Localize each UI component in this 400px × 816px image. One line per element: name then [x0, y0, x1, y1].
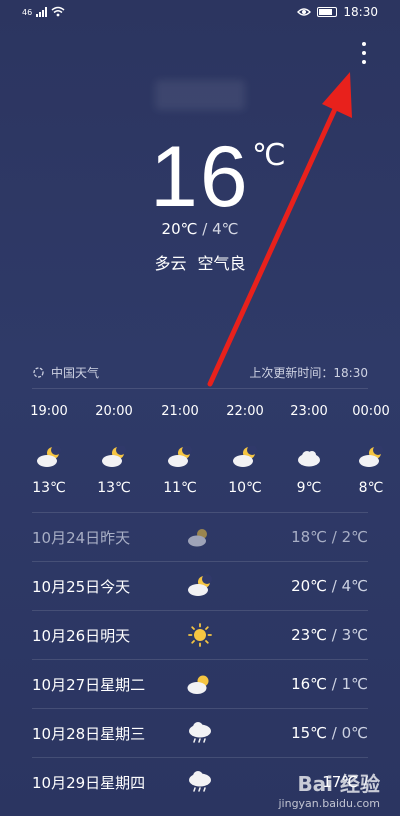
moon-cloud-icon	[188, 574, 212, 596]
battery-icon	[317, 7, 338, 17]
day-high: 15℃	[291, 724, 328, 742]
day-high: 18℃	[291, 528, 328, 546]
daily-row[interactable]: 10月28日星期三 15℃ / 0℃	[32, 708, 368, 757]
hour-temp: 13℃	[32, 480, 66, 496]
hour-time: 23:00	[290, 404, 328, 419]
current-temperature: 16	[150, 129, 250, 225]
wifi-icon	[51, 6, 65, 17]
eye-icon	[297, 8, 312, 16]
hourly-item: 21:00 11℃	[155, 404, 205, 496]
rain-cloud-icon	[189, 722, 211, 743]
hour-time: 20:00	[95, 404, 133, 419]
daily-forecast: 10月24日昨天 18℃ / 2℃ 10月25日今天 20℃ / 4℃ 10月2…	[32, 512, 368, 806]
day-low: 2℃	[341, 528, 368, 546]
today-range: 20℃ / 4℃	[161, 220, 239, 238]
clock: 18:30	[343, 5, 378, 19]
cloud-icon	[298, 451, 320, 467]
moon-cloud-icon	[102, 446, 126, 467]
day-date: 10月27日星期二	[32, 675, 146, 694]
hour-time: 22:00	[226, 404, 264, 419]
day-low: 1℃	[341, 675, 368, 693]
hourly-item: 19:00 13℃	[24, 404, 74, 496]
today-low: 4℃	[212, 220, 239, 238]
daily-row[interactable]: 10月25日今天 20℃ / 4℃	[32, 561, 368, 610]
hour-time: 00:00	[352, 404, 390, 419]
moon-cloud-icon	[168, 446, 192, 467]
data-source[interactable]: 中国天气	[51, 364, 99, 381]
hour-time: 21:00	[161, 404, 199, 419]
day-date: 10月26日明天	[32, 626, 131, 645]
source-row: 中国天气 上次更新时间：18:30	[32, 364, 368, 381]
day-date: 10月25日今天	[32, 577, 131, 596]
today-high: 20℃	[161, 220, 198, 238]
day-low: 3℃	[341, 626, 368, 644]
hourly-forecast[interactable]: 19:00 13℃ 20:00 13℃ 21:00 11℃ 22:00 10℃ …	[0, 404, 400, 504]
status-left: 46	[22, 6, 65, 17]
hourly-item: 22:00 10℃	[220, 404, 270, 496]
sun-cloud-icon	[188, 529, 207, 547]
rain-cloud-icon	[189, 771, 211, 792]
location-name[interactable]	[155, 80, 245, 110]
hour-temp: 10℃	[228, 480, 262, 496]
hour-temp: 13℃	[97, 480, 131, 496]
watermark-brand: Bai 经验	[297, 772, 380, 796]
daily-row[interactable]: 10月24日昨天 18℃ / 2℃	[32, 512, 368, 561]
sun-icon	[188, 623, 212, 647]
hourly-item: 00:00 8℃	[346, 404, 396, 496]
hour-temp: 11℃	[163, 480, 197, 496]
day-low: 0℃	[341, 724, 368, 742]
hour-time: 19:00	[30, 404, 68, 419]
day-date: 10月29日星期四	[32, 773, 146, 792]
hour-temp: 8℃	[358, 480, 384, 496]
moon-cloud-icon	[233, 446, 257, 467]
hour-temp: 9℃	[296, 480, 322, 496]
moon-cloud-icon	[37, 446, 61, 467]
signal-icon	[36, 7, 48, 17]
china-weather-logo-icon	[33, 367, 44, 378]
watermark-url: jingyan.baidu.com	[278, 797, 380, 810]
day-high: 20℃	[291, 577, 328, 595]
condition-line: 多云 空气良	[0, 250, 400, 274]
temperature-unit: ℃	[252, 138, 286, 173]
last-updated: 上次更新时间：18:30	[249, 366, 368, 380]
hourly-item: 23:00 9℃	[284, 404, 334, 496]
weather-condition: 多云	[154, 254, 187, 273]
status-bar: 46 18:30	[0, 0, 400, 28]
status-right: 18:30	[297, 5, 378, 19]
day-date: 10月24日昨天	[32, 528, 131, 547]
day-low: 4℃	[341, 577, 368, 595]
day-date: 10月28日星期三	[32, 724, 146, 743]
sun-cloud-icon	[187, 675, 209, 694]
hourly-item: 20:00 13℃	[89, 404, 139, 496]
more-options-button[interactable]	[358, 42, 370, 64]
signal-text: 46	[22, 8, 33, 17]
divider	[32, 388, 368, 389]
air-quality[interactable]: 空气良	[198, 254, 246, 273]
daily-row[interactable]: 10月26日明天 23℃ / 3℃	[32, 610, 368, 659]
daily-row[interactable]: 10月27日星期二 16℃ / 1℃	[32, 659, 368, 708]
day-high: 23℃	[291, 626, 328, 644]
day-high: 16℃	[291, 675, 328, 693]
moon-cloud-icon	[359, 446, 383, 467]
watermark: Bai 经验 jingyan.baidu.com	[278, 768, 380, 810]
